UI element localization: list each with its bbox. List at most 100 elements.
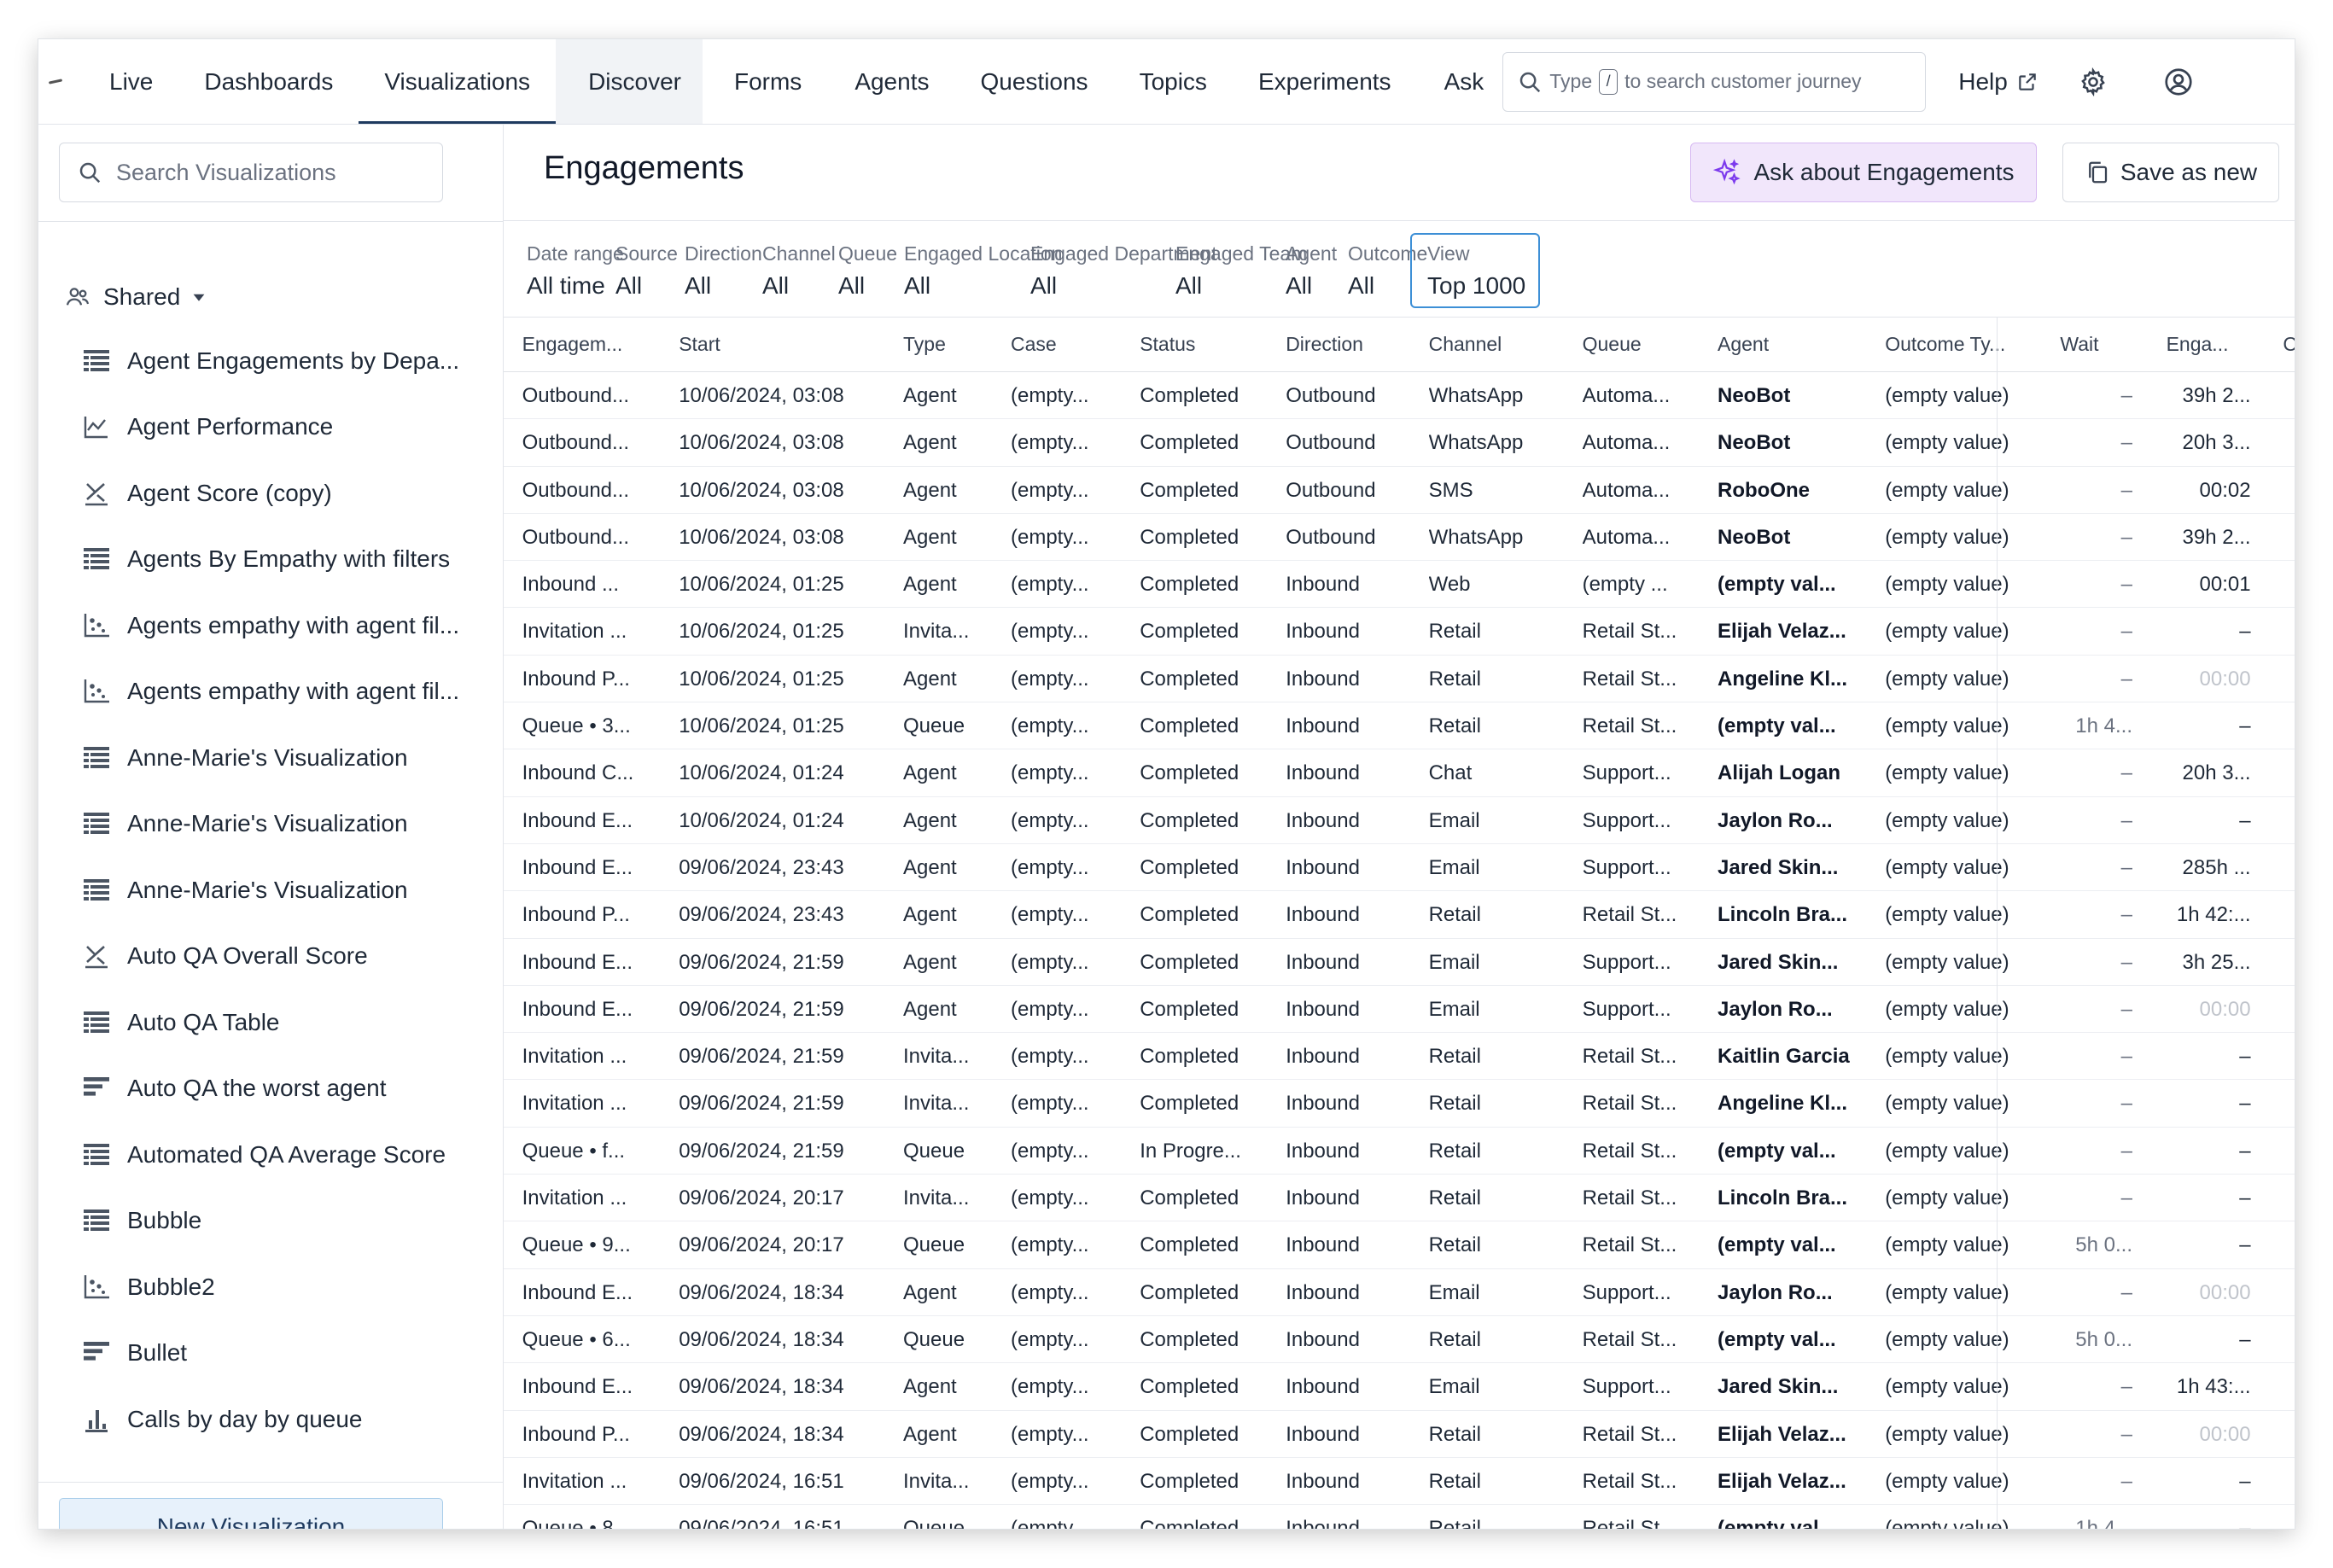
table-row[interactable]: Inbound C... 10/06/2024, 01:24 Agent (empty…	[504, 749, 2295, 797]
cell-customer	[2283, 702, 2295, 749]
sidebar-visualization-item[interactable]: Auto QA the worst agent	[83, 1056, 501, 1122]
table-row[interactable]: Queue • 6... 09/06/2024, 18:34 Queue (empty…	[504, 1316, 2295, 1364]
visualization-search-field[interactable]	[59, 143, 443, 202]
table-row[interactable]: Inbound E... 09/06/2024, 23:43 Agent (empty…	[504, 844, 2295, 892]
table-row[interactable]: Inbound E... 09/06/2024, 18:34 Agent (empty…	[504, 1269, 2295, 1316]
cell-outcome-type: (empty value)	[1885, 667, 2009, 691]
shared-group-toggle[interactable]: Shared	[64, 283, 206, 311]
cell-type: Queue	[903, 1327, 965, 1351]
cell-engagement: Inbound E...	[522, 855, 633, 879]
table-row[interactable]: Invitation ... 09/06/2024, 16:51 Invita...…	[504, 1458, 2295, 1506]
save-as-new-button[interactable]: Save as new	[2062, 143, 2279, 202]
sidebar-visualization-item[interactable]: Auto QA Table	[83, 989, 501, 1056]
sidebar-visualization-item[interactable]: Auto QA Overall Score	[83, 924, 501, 990]
sidebar-visualization-item[interactable]: Agent Performance	[83, 394, 501, 461]
nav-tab-questions[interactable]: Questions	[954, 39, 1113, 124]
sidebar-visualization-item[interactable]: Agents empathy with agent fil...	[83, 659, 501, 726]
user-profile-button[interactable]	[2153, 56, 2204, 108]
cell-engaged: –	[2239, 1469, 2251, 1493]
nav-tab-discover[interactable]: Discover	[556, 39, 703, 124]
column-header-status[interactable]: Status	[1140, 318, 1278, 371]
cell-type: Invita...	[903, 1045, 970, 1069]
cell-outcome-type: (empty value)	[1885, 1280, 2009, 1304]
column-header-queue[interactable]: Queue	[1583, 318, 1712, 371]
nav-tab-ask[interactable]: Ask	[1417, 39, 1484, 124]
cell-case: (empty...	[1011, 573, 1089, 597]
column-header-wait[interactable]: Wait	[2060, 318, 2167, 371]
cell-type: Agent	[903, 997, 957, 1021]
settings-button[interactable]	[2068, 56, 2119, 108]
column-header-start[interactable]: Start	[679, 318, 894, 371]
nav-tab-forms[interactable]: Forms	[703, 39, 829, 124]
table-row[interactable]: Invitation ... 09/06/2024, 21:59 Invita...…	[504, 1033, 2295, 1081]
column-header-engaged[interactable]: Enga...	[2167, 318, 2278, 371]
sidebar-visualization-item[interactable]: Anne-Marie's Visualization	[83, 857, 501, 924]
nav-tab-experiments[interactable]: Experiments	[1233, 39, 1417, 124]
cell-status: Completed	[1140, 903, 1239, 927]
filter-label: Source	[615, 242, 678, 265]
sidebar-visualization-item[interactable]: Agents By Empathy with filters	[83, 527, 501, 593]
nav-tab-dashboards[interactable]: Dashboards	[178, 39, 359, 124]
cell-type: Invita...	[903, 620, 970, 644]
nav-tab-topics[interactable]: Topics	[1114, 39, 1233, 124]
table-row[interactable]: Invitation ... 09/06/2024, 20:17 Invita...…	[504, 1175, 2295, 1222]
table-row[interactable]: Inbound E... 09/06/2024, 18:34 Agent (empty…	[504, 1363, 2295, 1411]
sidebar-visualization-item[interactable]: Agent Engagements by Depa...	[83, 328, 501, 394]
table-row[interactable]: Queue • 8... 09/06/2024, 16:51 Queue (empty…	[504, 1505, 2295, 1529]
help-link[interactable]: Help	[1958, 68, 2038, 96]
nav-tab-live[interactable]: Live	[73, 39, 178, 124]
sidebar-visualization-item[interactable]: Bubble2	[83, 1254, 501, 1320]
table-row[interactable]: Outbound... 10/06/2024, 03:08 Agent (empty.…	[504, 514, 2295, 562]
table-row[interactable]: Inbound ... 10/06/2024, 01:25 Agent (empty.…	[504, 561, 2295, 609]
table-row[interactable]: Inbound E... 10/06/2024, 01:24 Agent (empty…	[504, 797, 2295, 844]
app-logo[interactable]	[38, 39, 73, 124]
sidebar-visualization-item[interactable]: Bullet	[83, 1320, 501, 1387]
sidebar-visualization-item[interactable]: Agent Score (copy)	[83, 460, 501, 527]
column-header-customer[interactable]: Cust...	[2283, 318, 2295, 371]
nav-tab-agents[interactable]: Agents	[829, 39, 954, 124]
sidebar-visualization-item[interactable]: Agents empathy with agent fil...	[83, 592, 501, 659]
table-row[interactable]: Outbound... 10/06/2024, 03:08 Agent (empty.…	[504, 419, 2295, 467]
filter-bar: Date range All time Source All Direction All C…	[504, 221, 2295, 318]
column-header-type[interactable]: Type	[903, 318, 1005, 371]
table-row[interactable]: Inbound P... 09/06/2024, 18:34 Agent (empty…	[504, 1411, 2295, 1458]
filter-value: All	[904, 272, 931, 299]
cell-start: 10/06/2024, 01:25	[679, 714, 844, 738]
table-row[interactable]: Inbound P... 10/06/2024, 01:25 Agent (empty…	[504, 656, 2295, 703]
table-row[interactable]: Inbound E... 09/06/2024, 21:59 Agent (empty…	[504, 939, 2295, 986]
table-row[interactable]: Inbound E... 09/06/2024, 21:59 Agent (empty…	[504, 986, 2295, 1034]
table-row[interactable]: Invitation ... 10/06/2024, 01:25 Invita...…	[504, 608, 2295, 656]
cell-case: (empty...	[1011, 1375, 1089, 1399]
cell-agent: (empty val...	[1718, 573, 1836, 597]
cell-start: 09/06/2024, 16:51	[679, 1517, 844, 1529]
filter-label: Queue	[838, 242, 898, 265]
cell-channel: Retail	[1428, 1233, 1481, 1257]
global-search-input[interactable]: Type / to search customer journey	[1502, 51, 1927, 112]
column-header-engagement[interactable]: Engagem...	[522, 318, 673, 371]
visualization-search-input[interactable]	[114, 158, 442, 187]
table-row[interactable]: Outbound... 10/06/2024, 03:08 Agent (empty.…	[504, 467, 2295, 514]
sidebar-visualization-item[interactable]: Anne-Marie's Visualization	[83, 791, 501, 858]
sidebar-visualization-item[interactable]: Automated QA Average Score	[83, 1122, 501, 1188]
table-row[interactable]: Queue • 9... 09/06/2024, 20:17 Queue (empty…	[504, 1221, 2295, 1269]
table-row[interactable]: Outbound... 10/06/2024, 03:08 Agent (empty.…	[504, 372, 2295, 420]
table-row[interactable]: Inbound P... 09/06/2024, 23:43 Agent (empty…	[504, 891, 2295, 939]
column-header-agent[interactable]: Agent	[1718, 318, 1881, 371]
column-header-outcome-type[interactable]: Outcome Ty...	[1885, 318, 2054, 371]
ask-about-engagements-button[interactable]: Ask about Engagements	[1690, 143, 2037, 202]
sidebar-visualization-item[interactable]: Anne-Marie's Visualization	[83, 725, 501, 791]
column-header-case[interactable]: Case	[1011, 318, 1134, 371]
table-row[interactable]: Queue • f... 09/06/2024, 21:59 Queue (empty…	[504, 1128, 2295, 1175]
table-row[interactable]: Invitation ... 09/06/2024, 21:59 Invita...…	[504, 1080, 2295, 1128]
table-icon	[83, 545, 110, 573]
column-header-direction[interactable]: Direction	[1286, 318, 1424, 371]
new-visualization-button[interactable]: New Visualization	[59, 1498, 443, 1529]
cell-engagement: Queue • f...	[522, 1139, 626, 1163]
sidebar-visualization-item[interactable]: Bubble	[83, 1188, 501, 1255]
sidebar-visualization-item[interactable]: Calls by day by queue	[83, 1386, 501, 1453]
column-header-channel[interactable]: Channel	[1429, 318, 1577, 371]
cell-type: Agent	[903, 903, 957, 927]
table-row[interactable]: Queue • 3... 10/06/2024, 01:25 Queue (empty…	[504, 702, 2295, 750]
nav-tab-visualizations[interactable]: Visualizations	[359, 39, 556, 124]
cell-customer	[2283, 1175, 2295, 1221]
